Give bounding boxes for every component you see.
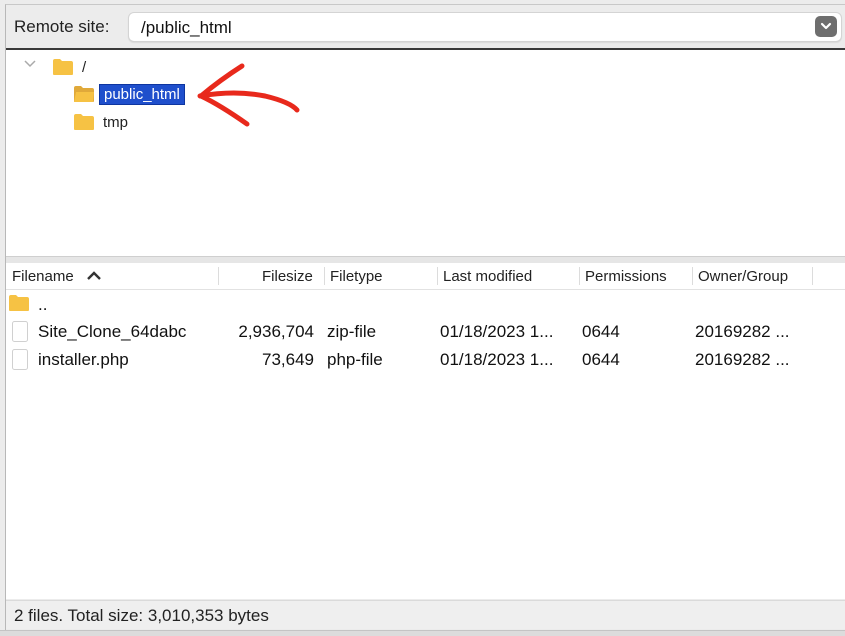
column-separator[interactable] [218, 267, 219, 285]
column-header-owner-group[interactable]: Owner/Group [698, 268, 788, 285]
remote-site-path-combobox[interactable]: /public_html [128, 12, 842, 42]
file-list-header: Filename Filesize Filetype Last modified… [6, 263, 845, 290]
column-header-filesize[interactable]: Filesize [262, 268, 313, 285]
tree-node-tmp[interactable]: tmp [73, 111, 128, 133]
tree-node-root[interactable]: / [52, 56, 86, 78]
remote-directory-tree[interactable]: / public_html tmp [6, 48, 845, 258]
file-size: 73,649 [262, 350, 314, 369]
file-permissions: 0644 [582, 322, 620, 341]
column-separator[interactable] [324, 267, 325, 285]
remote-site-dropdown-button[interactable] [815, 16, 837, 37]
file-row-parent[interactable]: .. [6, 291, 845, 319]
file-type: zip-file [327, 322, 377, 341]
file-type: php-file [327, 350, 383, 369]
file-icon [12, 349, 28, 370]
column-header-filename[interactable]: Filename [12, 268, 74, 285]
window-bottom-border [0, 630, 845, 636]
file-last-modified: 01/18/2023 1... [440, 322, 554, 341]
file-owner-group: 20169282 ... [695, 350, 790, 369]
column-separator[interactable] [579, 267, 580, 285]
tree-node-label: tmp [103, 113, 129, 131]
remote-site-label: Remote site: [14, 17, 110, 36]
folder-icon [9, 295, 29, 311]
file-last-modified: 01/18/2023 1... [440, 350, 554, 369]
column-separator[interactable] [812, 267, 813, 285]
file-icon [12, 321, 28, 342]
file-permissions: 0644 [582, 350, 620, 369]
tree-expand-chevron-icon[interactable] [24, 60, 36, 68]
folder-icon [53, 59, 73, 75]
file-name: installer.php [38, 350, 129, 369]
file-row[interactable]: Site_Clone_64dabc4 2,936,704 zip-file 01… [6, 318, 845, 346]
tree-node-label-selected: public_html [99, 83, 185, 105]
file-name: .. [38, 295, 48, 314]
tree-node-label: / [82, 58, 87, 76]
file-name: Site_Clone_64dabc4 [38, 322, 186, 341]
remote-site-path-input[interactable]: /public_html [141, 18, 232, 38]
column-separator[interactable] [692, 267, 693, 285]
sort-ascending-icon[interactable] [86, 271, 102, 281]
column-header-last-modified[interactable]: Last modified [443, 268, 532, 285]
column-header-filetype[interactable]: Filetype [330, 268, 383, 285]
tree-node-public-html[interactable]: public_html [73, 83, 185, 105]
file-owner-group: 20169282 ... [695, 322, 790, 341]
folder-icon [74, 114, 94, 130]
column-header-permissions[interactable]: Permissions [585, 268, 667, 285]
file-size: 2,936,704 [238, 322, 314, 341]
remote-file-list[interactable]: Filename Filesize Filetype Last modified… [6, 263, 845, 599]
column-separator[interactable] [437, 267, 438, 285]
status-bar: 2 files. Total size: 3,010,353 bytes [6, 600, 845, 629]
status-text: 2 files. Total size: 3,010,353 bytes [14, 606, 269, 625]
red-arrow-annotation [197, 63, 300, 127]
chevron-down-icon [820, 22, 832, 30]
file-row[interactable]: installer.php 73,649 php-file 01/18/2023… [6, 346, 845, 374]
remote-site-bar: Remote site: /public_html [6, 8, 845, 48]
open-folder-icon [74, 86, 94, 102]
